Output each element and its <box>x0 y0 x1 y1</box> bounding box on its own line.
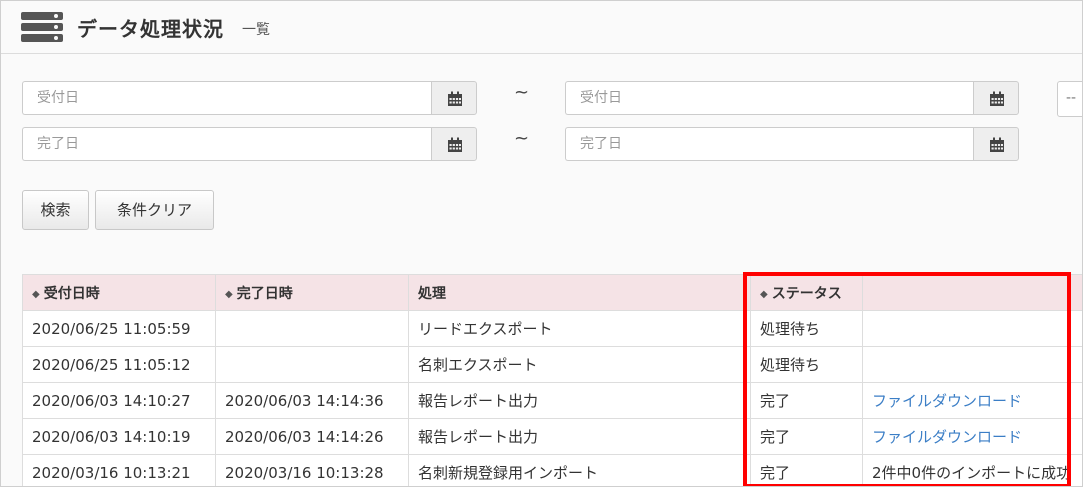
cell-status: 完了 <box>750 382 863 419</box>
table-row: 2020/03/16 10:13:21 2020/03/16 10:13:28 … <box>22 454 1082 486</box>
calendar-icon <box>990 137 1004 152</box>
cell-status: 処理待ち <box>750 346 863 383</box>
column-header-process: 処理 <box>408 274 751 311</box>
column-header-status[interactable]: ◆ ステータス <box>750 274 863 311</box>
column-header-action <box>862 274 1082 311</box>
completed-from-calendar-button[interactable] <box>431 127 477 161</box>
extra-filter-select[interactable]: -- <box>1057 81 1082 117</box>
cell-process: リードエクスポート <box>408 310 751 347</box>
calendar-icon <box>448 91 462 106</box>
file-download-link[interactable]: ファイルダウンロード <box>872 428 1022 446</box>
cell-process: 名刺新規登録用インポート <box>408 454 751 486</box>
cell-action: 2件中0件のインポートに成功 <box>862 454 1082 486</box>
received-from-input[interactable] <box>22 81 431 115</box>
cell-received: 2020/06/25 11:05:59 <box>22 310 216 347</box>
cell-received: 2020/03/16 10:13:21 <box>22 454 216 486</box>
cell-completed: 2020/03/16 10:13:28 <box>215 454 409 486</box>
cell-status: 完了 <box>750 418 863 455</box>
page-subtitle: 一覧 <box>242 22 270 38</box>
completed-from-input[interactable] <box>22 127 431 161</box>
received-to-calendar-button[interactable] <box>973 81 1019 115</box>
table-row: 2020/06/25 11:05:59 リードエクスポート 処理待ち <box>22 310 1082 347</box>
table-row: 2020/06/25 11:05:12 名刺エクスポート 処理待ち <box>22 346 1082 383</box>
cell-status: 完了 <box>750 454 863 486</box>
cell-received: 2020/06/25 11:05:12 <box>22 346 216 383</box>
received-from-calendar-button[interactable] <box>431 81 477 115</box>
calendar-icon <box>448 137 462 152</box>
received-to-input[interactable] <box>565 81 973 115</box>
table-row: 2020/06/03 14:10:27 2020/06/03 14:14:36 … <box>22 382 1082 419</box>
cell-action <box>862 310 1082 347</box>
sort-icon: ◆ <box>32 288 40 300</box>
cell-completed: 2020/06/03 14:14:26 <box>215 418 409 455</box>
cell-completed <box>215 346 409 383</box>
completed-from-group <box>22 127 477 163</box>
cell-action: ファイルダウンロード <box>862 382 1082 419</box>
clear-conditions-button[interactable]: 条件クリア <box>95 190 214 230</box>
received-from-group <box>22 81 477 117</box>
page-title: データ処理状況 <box>77 17 224 41</box>
completed-to-input[interactable] <box>565 127 973 161</box>
cell-status: 処理待ち <box>750 310 863 347</box>
completed-to-group <box>565 127 1020 163</box>
page-header: データ処理状況 一覧 <box>1 1 1082 54</box>
file-download-link[interactable]: ファイルダウンロード <box>872 392 1022 410</box>
completed-range-separator: ~ <box>514 128 530 149</box>
completed-to-calendar-button[interactable] <box>973 127 1019 161</box>
search-button[interactable]: 検索 <box>22 190 89 230</box>
table-header-row: ◆ 受付日時 ◆ 完了日時 処理 ◆ ステータス <box>22 274 1082 311</box>
table-row: 2020/06/03 14:10:19 2020/06/03 14:14:26 … <box>22 418 1082 455</box>
data-status-table: ◆ 受付日時 ◆ 完了日時 処理 ◆ ステータス 2020/06/25 11:05:5… <box>22 274 1082 486</box>
cell-action <box>862 346 1082 383</box>
received-to-group <box>565 81 1020 117</box>
calendar-icon <box>990 91 1004 106</box>
cell-completed: 2020/06/03 14:14:36 <box>215 382 409 419</box>
sort-icon: ◆ <box>225 288 233 300</box>
column-header-received[interactable]: ◆ 受付日時 <box>22 274 216 311</box>
cell-received: 2020/06/03 14:10:27 <box>22 382 216 419</box>
sort-icon: ◆ <box>760 288 768 300</box>
app-window: データ処理状況 一覧 ~ <box>0 0 1083 487</box>
cell-process: 報告レポート出力 <box>408 382 751 419</box>
database-icon <box>21 12 63 42</box>
cell-action: ファイルダウンロード <box>862 418 1082 455</box>
cell-process: 報告レポート出力 <box>408 418 751 455</box>
cell-process: 名刺エクスポート <box>408 346 751 383</box>
column-header-completed[interactable]: ◆ 完了日時 <box>215 274 409 311</box>
cell-received: 2020/06/03 14:10:19 <box>22 418 216 455</box>
cell-completed <box>215 310 409 347</box>
received-range-separator: ~ <box>514 82 530 103</box>
